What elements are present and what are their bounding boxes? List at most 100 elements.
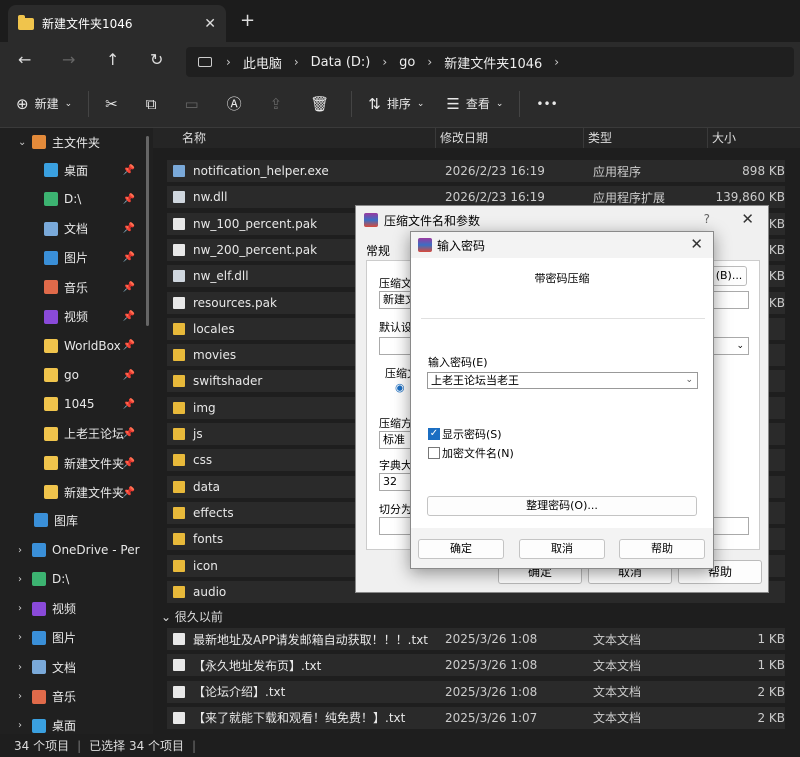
sidebar-item-root[interactable]: › 音乐	[0, 683, 153, 711]
column-size[interactable]: 大小	[708, 128, 800, 148]
close-icon[interactable]: ✕	[690, 235, 703, 253]
column-name[interactable]: 名称	[153, 128, 436, 148]
breadcrumb-this-pc[interactable]: 此电脑	[243, 53, 282, 72]
sidebar-item-label: D:\	[52, 572, 70, 587]
chevron-right-icon[interactable]: ›	[18, 720, 32, 731]
new-button[interactable]: ⊕ 新建 ⌄	[16, 95, 72, 113]
chevron-right-icon[interactable]: ›	[427, 55, 432, 69]
tab-general[interactable]: 常规	[366, 242, 390, 259]
column-type[interactable]: 类型	[584, 128, 708, 148]
tab-current-folder[interactable]: 新建文件夹1046 ✕	[8, 5, 226, 42]
folder-icon	[18, 14, 34, 30]
show-password-checkbox[interactable]: ✓ 显示密码(S)	[428, 426, 502, 442]
sidebar-item-quick[interactable]: 桌面 📌	[0, 156, 153, 184]
radio-rar[interactable]: ◉	[395, 381, 405, 394]
forward-arrow-icon[interactable]: →	[62, 50, 75, 69]
file-date: 2026/2/23 16:19	[445, 190, 545, 205]
sidebar-item-root[interactable]: › 视频	[0, 595, 153, 623]
password-input[interactable]: 上老王论坛当老王 ⌄	[427, 372, 698, 389]
organize-passwords-button[interactable]: 整理密码(O)...	[427, 496, 697, 516]
ok-button[interactable]: 确定	[418, 539, 504, 559]
sidebar-item-quick[interactable]: 音乐 📌	[0, 273, 153, 301]
encrypt-names-checkbox[interactable]: 加密文件名(N)	[428, 445, 514, 461]
chevron-down-icon[interactable]: ⌄	[18, 137, 32, 148]
breadcrumb-go[interactable]: go	[399, 55, 415, 70]
pin-icon: 📌	[122, 311, 135, 322]
sidebar-item-quick[interactable]: 视频 📌	[0, 303, 153, 331]
more-options-button[interactable]: •••	[536, 97, 557, 111]
location-icon	[32, 601, 46, 616]
breadcrumb[interactable]: › 此电脑 › Data (D:) › go › 新建文件夹1046 ›	[186, 47, 794, 77]
cut-button[interactable]: ✂	[105, 95, 124, 113]
delete-button[interactable]: 🗑	[310, 95, 335, 113]
chevron-right-icon[interactable]: ›	[382, 55, 387, 69]
location-icon	[32, 572, 46, 587]
chevron-right-icon[interactable]: ›	[18, 662, 32, 673]
breadcrumb-drive[interactable]: Data (D:)	[311, 55, 371, 70]
cancel-button[interactable]: 取消	[519, 539, 605, 559]
chevron-right-icon[interactable]: ›	[226, 55, 231, 69]
sort-button[interactable]: ⇅ 排序 ⌄	[368, 95, 424, 113]
chevron-right-icon[interactable]: ›	[18, 574, 32, 585]
group-header-old[interactable]: ⌄ 很久以前	[161, 608, 223, 625]
chevron-right-icon[interactable]: ›	[18, 691, 32, 702]
sidebar-item-home[interactable]: ⌄ 主文件夹	[0, 128, 153, 156]
up-arrow-icon[interactable]: ↑	[106, 50, 119, 69]
column-date[interactable]: 修改日期	[436, 128, 584, 148]
new-tab-button[interactable]: +	[240, 10, 255, 31]
chevron-down-icon: ⌄	[161, 610, 172, 624]
file-date: 2025/3/26 1:08	[445, 684, 538, 699]
group-divider	[421, 318, 705, 319]
sidebar-item-quick[interactable]: D:\ 📌	[0, 185, 153, 213]
sidebar-item-root[interactable]: › 文档	[0, 653, 153, 681]
file-type: 应用程序	[593, 164, 642, 179]
view-button[interactable]: ☰ 查看 ⌄	[446, 95, 503, 113]
sidebar-item-root[interactable]: › D:\	[0, 565, 153, 593]
sidebar-item-quick[interactable]: 文档 📌	[0, 215, 153, 243]
password-value: 上老王论坛当老王	[431, 374, 519, 387]
close-icon[interactable]: ✕	[741, 210, 754, 228]
table-row[interactable]: notification_helper.exe 2026/2/23 16:19 应用…	[167, 160, 785, 182]
sidebar-item-quick[interactable]: WorldBox 📌	[0, 332, 153, 360]
table-row[interactable]: 最新地址及APP请发邮箱自动获取！！！.txt 2025/3/26 1:08 文本文…	[167, 628, 785, 650]
chevron-right-icon[interactable]: ›	[554, 55, 559, 69]
rename-button[interactable]: Ⓐ	[227, 93, 248, 114]
method-field[interactable]: 标准	[379, 431, 413, 449]
help-icon[interactable]: ?	[704, 212, 710, 226]
browse-button[interactable]: (B)...	[711, 266, 747, 286]
sidebar-item-gallery[interactable]: 图库	[0, 506, 153, 534]
chevron-down-icon: ⌄	[64, 98, 73, 109]
sidebar-item-quick[interactable]: 新建文件夹 📌	[0, 449, 153, 477]
sidebar-item-quick[interactable]: go 📌	[0, 361, 153, 389]
help-button[interactable]: 帮助	[619, 539, 705, 559]
breadcrumb-current[interactable]: 新建文件夹1046	[444, 53, 542, 72]
dict-field[interactable]: 32	[379, 473, 413, 491]
refresh-icon[interactable]: ↻	[150, 50, 163, 69]
chevron-right-icon[interactable]: ›	[18, 603, 32, 614]
share-button[interactable]: ⇪	[270, 95, 289, 113]
sidebar-item-root[interactable]: › 图片	[0, 624, 153, 652]
folder-icon	[173, 454, 185, 467]
table-row[interactable]: 【永久地址发布页】.txt 2025/3/26 1:08 文本文档 1 KB	[167, 654, 785, 677]
sidebar-item-quick[interactable]: 新建文件夹 📌	[0, 478, 153, 506]
folder-icon	[173, 349, 185, 362]
table-row[interactable]: 【来了就能下载和观看！纯免费！】.txt 2025/3/26 1:07 文本文档 2 …	[167, 706, 785, 729]
table-row[interactable]: 【论坛介绍】.txt 2025/3/26 1:08 文本文档 2 KB	[167, 680, 785, 703]
chevron-right-icon[interactable]: ›	[294, 55, 299, 69]
back-arrow-icon[interactable]: ←	[18, 50, 31, 69]
sidebar-item-quick[interactable]: 图片 📌	[0, 244, 153, 272]
file-icon	[173, 191, 185, 204]
paste-button[interactable]: ▭	[184, 95, 204, 113]
copy-button[interactable]: ⧉	[146, 95, 163, 113]
sidebar-item-quick[interactable]: 上老王论坛 📌	[0, 420, 153, 448]
close-tab-icon[interactable]: ✕	[204, 16, 216, 32]
chevron-right-icon[interactable]: ›	[18, 545, 32, 556]
address-bar-row: ← → ↑ ↻ › 此电脑 › Data (D:) › go › 新建文件夹10…	[0, 42, 800, 80]
sidebar-item-root[interactable]: › OneDrive - Per	[0, 536, 153, 564]
sidebar-item-root[interactable]: › 桌面	[0, 712, 153, 734]
sort-label: 排序	[386, 97, 411, 111]
folder-icon	[44, 250, 58, 265]
chevron-right-icon[interactable]: ›	[18, 632, 32, 643]
chevron-down-icon[interactable]: ⌄	[685, 373, 693, 388]
sidebar-item-quick[interactable]: 1045 📌	[0, 390, 153, 418]
